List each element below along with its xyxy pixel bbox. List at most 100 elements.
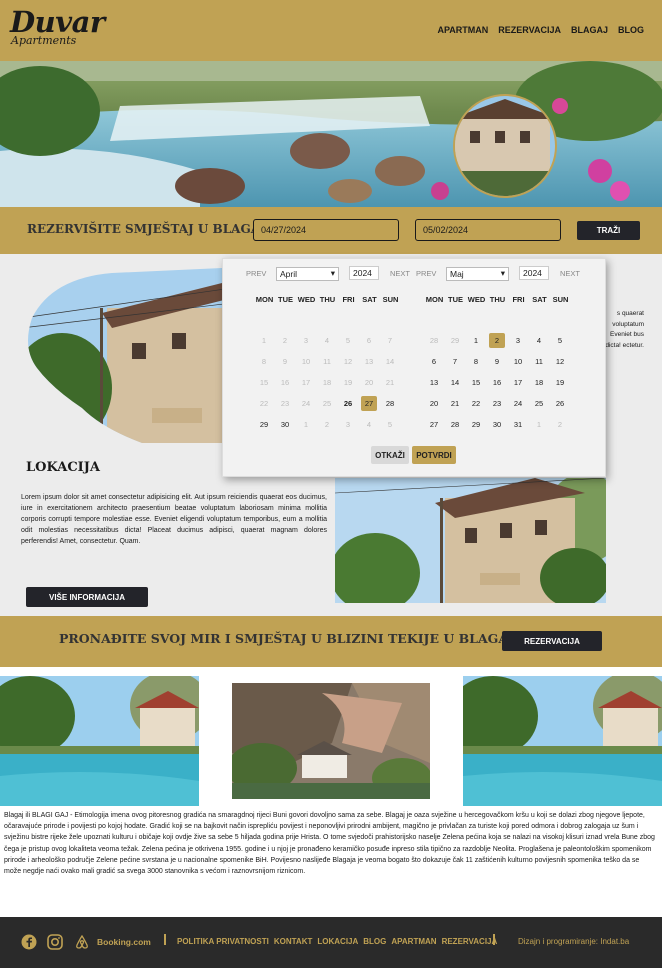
calendar-day: 15: [259, 378, 269, 387]
instagram-icon[interactable]: [47, 934, 63, 950]
weekday-label: MON: [425, 295, 444, 304]
footer-divider: [493, 934, 495, 945]
check-out-input[interactable]: 05/02/2024: [415, 219, 561, 241]
calendar-day[interactable]: 28: [447, 417, 463, 432]
location-text: Lorem ipsum dolor sit amet consectetur a…: [21, 494, 327, 545]
calendar-day[interactable]: 16: [489, 375, 505, 390]
calendar-day[interactable]: 26: [552, 396, 568, 411]
calendar-day[interactable]: 21: [447, 396, 463, 411]
calendar-day[interactable]: 20: [426, 396, 442, 411]
location-photo-blob: [28, 268, 222, 443]
calendar-day[interactable]: 27: [426, 417, 442, 432]
nav-rezervacija[interactable]: REZERVACIJA: [498, 25, 561, 35]
calendar-day: 6: [366, 336, 372, 345]
calendar-day-selected[interactable]: 27: [361, 396, 377, 411]
calendar-day: 3: [345, 420, 351, 429]
location-title: LOKACIJA: [26, 460, 100, 475]
facebook-icon[interactable]: [21, 934, 37, 950]
airbnb-icon[interactable]: [74, 934, 90, 950]
footer-link-apartman[interactable]: APARTMAN: [391, 937, 436, 946]
nav-blagaj[interactable]: BLAGAJ: [571, 25, 608, 35]
calendar-day[interactable]: 26: [340, 396, 356, 411]
weekday-label: SAT: [532, 295, 547, 304]
calendar-day[interactable]: 28: [382, 396, 398, 411]
banner-reservation-button[interactable]: REZERVACIJA: [502, 631, 602, 651]
calendar-day[interactable]: 24: [510, 396, 526, 411]
calendar-day[interactable]: 8: [468, 354, 484, 369]
gallery-image-2[interactable]: [232, 683, 430, 799]
booking-bar: REZERVIŠITE SMJEŠTAJ U BLAGAJU 04/27/202…: [0, 207, 662, 254]
weekday-label: WED: [297, 295, 316, 304]
gallery-image-1[interactable]: [0, 676, 199, 806]
calendar-day[interactable]: 1: [468, 333, 484, 348]
calendar-day[interactable]: 18: [531, 375, 547, 390]
chevron-down-icon: ▾: [500, 268, 505, 278]
calendar-next[interactable]: NEXT: [560, 269, 580, 278]
check-in-input[interactable]: 04/27/2024: [253, 219, 399, 241]
calendar-day[interactable]: 13: [426, 375, 442, 390]
nav-apartman[interactable]: APARTMAN: [437, 25, 488, 35]
calendar-day: 9: [282, 357, 288, 366]
year-input-april[interactable]: 2024: [349, 266, 379, 280]
calendar-day[interactable]: 14: [447, 375, 463, 390]
calendar-day[interactable]: 30: [489, 417, 505, 432]
calendar-day[interactable]: 29: [468, 417, 484, 432]
cancel-button[interactable]: OTKAŽI: [371, 446, 409, 464]
cta-banner: PRONAĐITE SVOJ MIR I SMJEŠTAJ U BLIZINI …: [0, 616, 662, 667]
calendar-day: 1: [261, 336, 267, 345]
confirm-button[interactable]: POTVRDI: [412, 446, 456, 464]
weekday-label: THU: [319, 295, 336, 304]
calendar-day: 21: [385, 378, 395, 387]
calendar-day[interactable]: 31: [510, 417, 526, 432]
footer-link-blog[interactable]: BLOG: [363, 937, 386, 946]
calendar-day: 22: [259, 399, 269, 408]
footer-link-privacy[interactable]: POLITIKA PRIVATNOSTI: [177, 937, 269, 946]
calendar-day[interactable]: 5: [552, 333, 568, 348]
calendar-prev[interactable]: PREV: [246, 269, 266, 278]
footer-link-location[interactable]: LOKACIJA: [317, 937, 358, 946]
calendar-day: 19: [343, 378, 353, 387]
year-input-may[interactable]: 2024: [519, 266, 549, 280]
footer-credit[interactable]: Dizajn i programiranje: Indat.ba: [518, 937, 629, 946]
calendar-day[interactable]: 11: [531, 354, 547, 369]
weekday-label: TUE: [278, 295, 293, 304]
footer-link-reservation[interactable]: REZERVACIJA: [442, 937, 498, 946]
calendar-day[interactable]: 4: [531, 333, 547, 348]
location-side-text: s quaerat voluptatum Eveniet bus dicta! …: [605, 310, 644, 349]
calendar-day[interactable]: 23: [489, 396, 505, 411]
calendar-day: 3: [303, 336, 309, 345]
calendar-day[interactable]: 15: [468, 375, 484, 390]
calendar-day[interactable]: 19: [552, 375, 568, 390]
calendar-day: 8: [261, 357, 267, 366]
hero-image: [0, 61, 662, 207]
month-select-may[interactable]: Maj ▾: [446, 267, 509, 281]
calendar-day[interactable]: 25: [531, 396, 547, 411]
weekday-label: FRI: [512, 295, 525, 304]
calendar-day-selected[interactable]: 2: [489, 333, 505, 348]
calendar-day[interactable]: 9: [489, 354, 505, 369]
calendar-day: 29: [450, 336, 460, 345]
more-info-button[interactable]: VIŠE INFORMACIJA: [26, 587, 148, 607]
calendar-day[interactable]: 29: [256, 417, 272, 432]
nav-blog[interactable]: BLOG: [618, 25, 644, 35]
calendar-day: 5: [387, 420, 393, 429]
calendar-day: 23: [280, 399, 290, 408]
calendar-day[interactable]: 22: [468, 396, 484, 411]
month-select-label: Maj: [450, 269, 464, 279]
calendar-day[interactable]: 3: [510, 333, 526, 348]
footer-link-contact[interactable]: KONTAKT: [274, 937, 313, 946]
booking-link[interactable]: Booking.com: [97, 937, 151, 947]
calendar-day: 13: [364, 357, 374, 366]
calendar-day[interactable]: 6: [426, 354, 442, 369]
calendar-day: 16: [280, 378, 290, 387]
calendar-day[interactable]: 12: [552, 354, 568, 369]
gallery-image-3[interactable]: [463, 676, 662, 806]
search-button[interactable]: TRAŽI: [577, 221, 640, 240]
month-select-april[interactable]: April ▾: [276, 267, 339, 281]
calendar-day[interactable]: 7: [447, 354, 463, 369]
calendar-day[interactable]: 10: [510, 354, 526, 369]
calendar-day[interactable]: 17: [510, 375, 526, 390]
calendar-day[interactable]: 30: [277, 417, 293, 432]
calendar-day: 25: [322, 399, 332, 408]
gallery: [0, 676, 662, 806]
